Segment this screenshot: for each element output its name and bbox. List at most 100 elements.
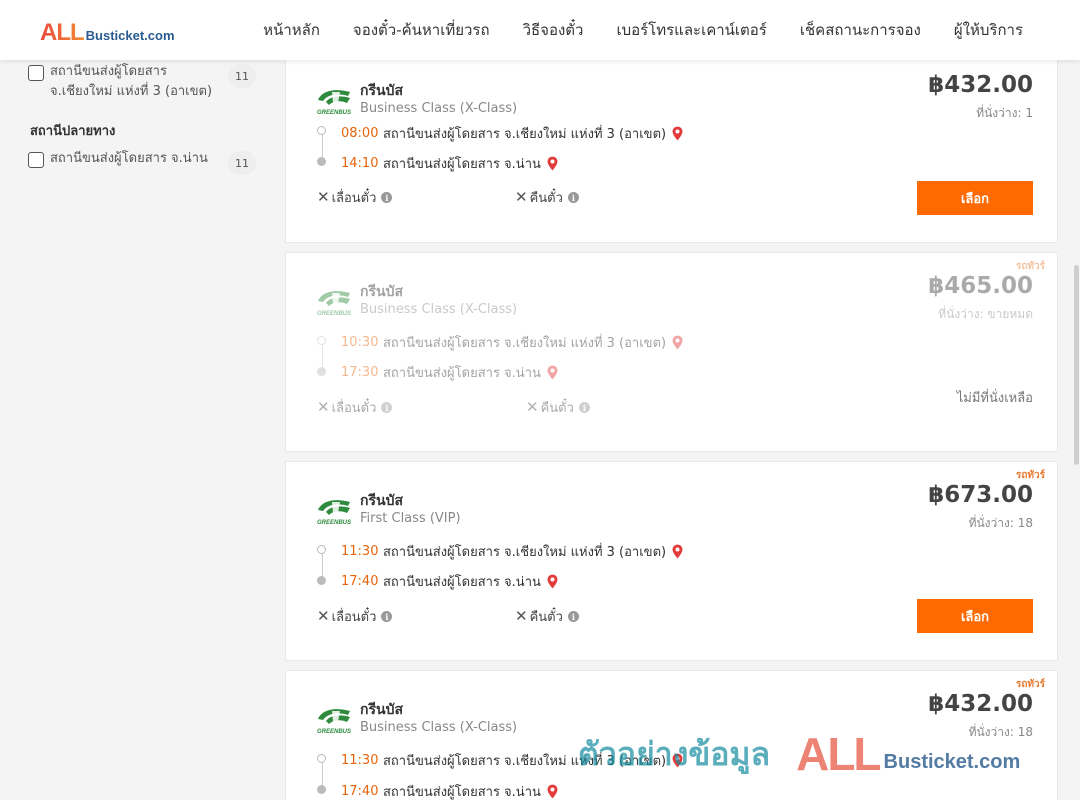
departure-station: สถานีขนส่งผู้โดยสาร จ.เชียงใหม่ แห่งที่ … <box>383 545 667 560</box>
scrollbar-thumb[interactable] <box>1074 265 1079 465</box>
arrival-stop: 17:30 สถานีขนส่งผู้โดยสาร จ.น่าน <box>341 362 558 383</box>
nav-operators[interactable]: ผู้ให้บริการ <box>954 18 1023 42</box>
nav-book-search[interactable]: จองตั๋ว-ค้นหาเที่ยวรถ <box>353 18 490 42</box>
arrival-time: 17:40 <box>341 574 379 589</box>
operator-name: กรีนบัส <box>360 83 403 99</box>
trip-card-sold-out: รถทัวร์ กรีนบัส Business Class (X-Class)… <box>285 252 1058 452</box>
cross-icon: ✕ <box>317 607 330 625</box>
departure-station: สถานีขนส่งผู้โดยสาร จ.เชียงใหม่ แห่งที่ … <box>383 127 667 142</box>
reschedule-label: เลื่อนตั๋ว <box>331 191 377 206</box>
cross-icon: ✕ <box>526 398 539 416</box>
destination-station-checkbox[interactable] <box>28 152 44 168</box>
map-pin-icon[interactable] <box>672 335 683 350</box>
map-pin-icon[interactable] <box>672 753 683 768</box>
departure-dot-icon <box>317 545 326 554</box>
seats-available: ที่นั่งว่าง: 18 <box>968 516 1033 530</box>
destination-station-label: สถานีขนส่งผู้โดยสาร จ.น่าน <box>50 151 208 166</box>
greenbus-logo-icon <box>314 705 354 735</box>
arrival-station: สถานีขนส่งผู้โดยสาร จ.น่าน <box>383 575 541 590</box>
select-trip-button[interactable]: เลือก <box>917 181 1033 215</box>
nav-home[interactable]: หน้าหลัก <box>263 18 320 42</box>
cross-icon: ✕ <box>515 188 528 206</box>
greenbus-logo-icon <box>314 496 354 526</box>
operator-name: กรีนบัส <box>360 493 403 509</box>
origin-count-badge: 11 <box>228 64 256 88</box>
ticket-price: ฿432.00 <box>928 72 1033 98</box>
filter-sidebar: สถานีขนส่งผู้โดยสาร จ.เชียงใหม่ แห่งที่ … <box>28 60 256 175</box>
site-header: ALL Busticket.com หน้าหลัก จองตั๋ว-ค้นหา… <box>0 0 1080 60</box>
dimmed-content: รถทัวร์ กรีนบัส Business Class (X-Class)… <box>286 253 1057 451</box>
trip-card: กรีนบัส Business Class (X-Class) ฿432.00… <box>285 60 1058 243</box>
map-pin-icon[interactable] <box>547 365 558 380</box>
arrival-dot-icon <box>317 785 326 794</box>
arrival-station: สถานีขนส่งผู้โดยสาร จ.น่าน <box>383 157 541 172</box>
arrival-time: 14:10 <box>341 156 379 171</box>
refund-label: คืนตั๋ว <box>540 401 574 416</box>
reschedule-policy: ✕ เลื่อนตั๋ว i <box>317 397 393 418</box>
arrival-stop: 17:40 สถานีขนส่งผู้โดยสาร จ.น่าน <box>341 781 558 800</box>
cross-icon: ✕ <box>317 398 330 416</box>
arrival-stop: 14:10 สถานีขนส่งผู้โดยสาร จ.น่าน <box>341 153 558 174</box>
info-icon[interactable]: i <box>381 611 393 622</box>
departure-time: 11:30 <box>341 753 379 768</box>
ticket-price: ฿673.00 <box>928 482 1033 508</box>
trip-card: รถทัวร์ กรีนบัส First Class (VIP) ฿673.0… <box>285 461 1058 661</box>
arrival-time: 17:30 <box>341 365 379 380</box>
destination-heading: สถานีปลายทาง <box>30 124 116 139</box>
departure-stop: 10:30 สถานีขนส่งผู้โดยสาร จ.เชียงใหม่ แห… <box>341 332 683 353</box>
arrival-dot-icon <box>317 157 326 166</box>
info-icon[interactable]: i <box>381 192 393 203</box>
greenbus-logo-icon <box>314 86 354 116</box>
select-trip-button[interactable]: เลือก <box>917 599 1033 633</box>
map-pin-icon[interactable] <box>547 784 558 799</box>
departure-station: สถานีขนส่งผู้โดยสาร จ.เชียงใหม่ แห่งที่ … <box>383 336 667 351</box>
arrival-stop: 17:40 สถานีขนส่งผู้โดยสาร จ.น่าน <box>341 571 558 592</box>
map-pin-icon[interactable] <box>672 544 683 559</box>
departure-station: สถานีขนส่งผู้โดยสาร จ.เชียงใหม่ แห่งที่ … <box>383 754 667 769</box>
bus-class: Business Class (X-Class) <box>360 101 518 116</box>
bus-class: Business Class (X-Class) <box>360 720 518 735</box>
cross-icon: ✕ <box>317 188 330 206</box>
departure-dot-icon <box>317 754 326 763</box>
tour-bus-tag: รถทัวร์ <box>1015 470 1045 481</box>
no-seat-remaining-text: ไม่มีที่นั่งเหลือ <box>956 391 1033 406</box>
refund-label: คืนตั๋ว <box>529 610 563 625</box>
departure-stop: 11:30 สถานีขนส่งผู้โดยสาร จ.เชียงใหม่ แห… <box>341 541 683 562</box>
cross-icon: ✕ <box>515 607 528 625</box>
refund-policy: ✕ คืนตั๋ว i <box>526 397 590 418</box>
info-icon[interactable]: i <box>381 402 393 413</box>
greenbus-logo-icon <box>314 287 354 317</box>
map-pin-icon[interactable] <box>672 126 683 141</box>
info-icon[interactable]: i <box>567 192 579 203</box>
departure-dot-icon <box>317 126 326 135</box>
refund-label: คืนตั๋ว <box>529 191 563 206</box>
main-nav: หน้าหลัก จองตั๋ว-ค้นหาเที่ยวรถ วิธีจองตั… <box>263 0 1023 60</box>
info-icon[interactable]: i <box>578 402 590 413</box>
map-pin-icon[interactable] <box>547 156 558 171</box>
reschedule-label: เลื่อนตั๋ว <box>331 401 377 416</box>
arrival-dot-icon <box>317 367 326 376</box>
seats-available: ที่นั่งว่าง: 18 <box>968 725 1033 739</box>
departure-time: 10:30 <box>341 335 379 350</box>
nav-booking-status[interactable]: เช็คสถานะการจอง <box>800 18 921 42</box>
nav-phone-counter[interactable]: เบอร์โทรและเคาน์เตอร์ <box>616 18 766 42</box>
destination-count-badge: 11 <box>228 151 256 175</box>
operator-name: กรีนบัส <box>360 702 403 718</box>
bus-class: Business Class (X-Class) <box>360 302 518 317</box>
site-logo[interactable]: ALL Busticket.com <box>40 19 175 47</box>
nav-how-to-book[interactable]: วิธีจองตั๋ว <box>523 18 584 42</box>
reschedule-policy: ✕ เลื่อนตั๋ว i <box>317 187 393 208</box>
arrival-dot-icon <box>317 576 326 585</box>
origin-station-label: สถานีขนส่งผู้โดยสาร จ.เชียงใหม่ แห่งที่ … <box>50 64 213 99</box>
origin-station-checkbox[interactable] <box>28 65 44 81</box>
reschedule-label: เลื่อนตั๋ว <box>331 610 377 625</box>
info-icon[interactable]: i <box>567 611 579 622</box>
departure-dot-icon <box>317 336 326 345</box>
origin-station-filter[interactable]: สถานีขนส่งผู้โดยสาร จ.เชียงใหม่ แห่งที่ … <box>28 62 256 102</box>
map-pin-icon[interactable] <box>547 574 558 589</box>
page-scrollbar[interactable] <box>1072 60 1080 800</box>
destination-station-filter[interactable]: สถานีขนส่งผู้โดยสาร จ.น่าน 11 <box>28 149 256 175</box>
arrival-station: สถานีขนส่งผู้โดยสาร จ.น่าน <box>383 785 541 800</box>
reschedule-policy: ✕ เลื่อนตั๋ว i <box>317 606 393 627</box>
arrival-station: สถานีขนส่งผู้โดยสาร จ.น่าน <box>383 366 541 381</box>
